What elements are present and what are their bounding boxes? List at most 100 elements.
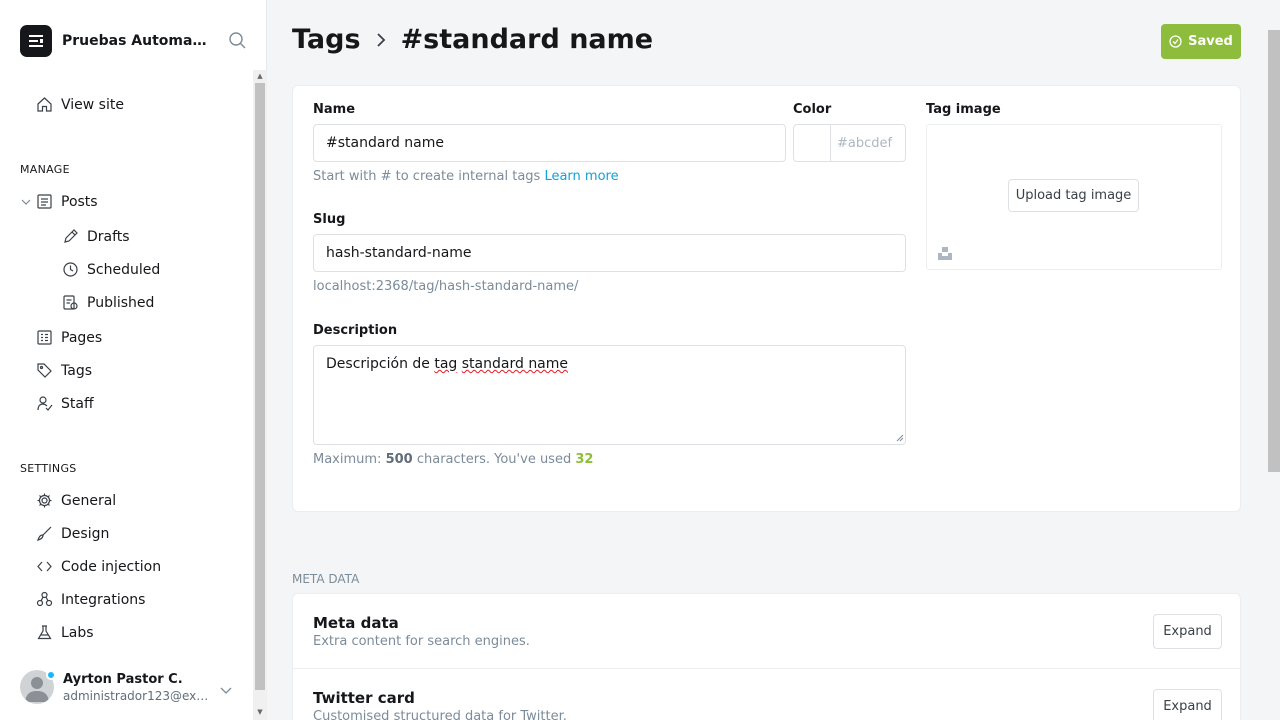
twitter-card-description: Customised structured data for Twitter.	[313, 709, 567, 720]
description-label: Description	[313, 323, 398, 338]
color-swatch[interactable]	[793, 124, 830, 162]
saved-label: Saved	[1188, 34, 1233, 49]
description-word-standard-name: standard name	[461, 356, 569, 372]
expand-button[interactable]: Expand	[1153, 614, 1222, 649]
flask-icon	[37, 625, 52, 640]
resize-handle-icon[interactable]	[896, 434, 904, 442]
nav-labs[interactable]: Labs	[36, 624, 94, 641]
name-input[interactable]: #standard name	[313, 124, 786, 162]
nav-published[interactable]: Published	[62, 294, 154, 311]
staff-icon	[37, 396, 53, 411]
expand-button[interactable]: Expand	[1153, 689, 1222, 720]
desc-hint-max: 500	[385, 452, 413, 467]
scroll-up-arrow[interactable]: ▲	[253, 70, 267, 82]
user-name: Ayrton Pastor C.	[63, 671, 183, 687]
nav-staff-label: Staff	[61, 395, 94, 412]
name-hint-text: Start with # to create internal tags	[313, 169, 541, 184]
search-icon[interactable]	[228, 31, 248, 51]
nav-posts-label: Posts	[61, 193, 98, 210]
nav-labs-label: Labs	[61, 624, 94, 641]
sidebar-scrollbar[interactable]: ▲ ▼	[253, 70, 267, 720]
color-label: Color	[793, 102, 832, 117]
unsplash-icon[interactable]	[938, 246, 952, 260]
nav-drafts-label: Drafts	[87, 228, 130, 245]
tag-settings-card: Name #standard name Start with # to crea…	[292, 85, 1241, 512]
sidebar-scrollbar-thumb[interactable]	[255, 83, 265, 690]
color-input[interactable]: #abcdef	[830, 124, 906, 162]
tag-image-label: Tag image	[926, 102, 1001, 117]
nav-view-site[interactable]: View site	[36, 96, 124, 113]
breadcrumb-tags[interactable]: Tags	[292, 24, 361, 55]
nav-staff[interactable]: Staff	[36, 395, 94, 412]
main-content: Tags #standard name Saved Name #standard…	[267, 0, 1280, 720]
home-icon	[37, 97, 52, 112]
name-label: Name	[313, 102, 356, 117]
nav-integrations[interactable]: Integrations	[36, 591, 145, 608]
chevron-down-icon[interactable]	[219, 683, 233, 697]
desc-hint-prefix: Maximum:	[313, 452, 386, 467]
brush-icon	[37, 526, 52, 541]
pages-icon	[37, 330, 52, 345]
clock-icon	[63, 262, 78, 277]
status-dot	[46, 670, 56, 680]
nav-tags[interactable]: Tags	[36, 362, 92, 379]
manage-section-title: MANAGE	[20, 163, 70, 176]
nav-view-site-label: View site	[61, 96, 124, 113]
user-email: administrador123@exa...	[63, 688, 213, 703]
meta-data-section-title: META DATA	[292, 572, 360, 586]
settings-section-title: SETTINGS	[20, 462, 77, 475]
published-icon	[63, 295, 78, 310]
slug-label: Slug	[313, 212, 346, 227]
site-logo-icon	[20, 25, 52, 57]
tag-icon	[37, 363, 52, 378]
name-hint: Start with # to create internal tags Lea…	[313, 169, 619, 184]
breadcrumb-current: #standard name	[400, 24, 654, 55]
nav-published-label: Published	[87, 294, 155, 311]
twitter-card-title: Twitter card	[313, 689, 415, 707]
description-hint: Maximum: 500 characters. You've used 32	[313, 452, 593, 467]
nav-pages-label: Pages	[61, 329, 103, 346]
nav-scheduled-label: Scheduled	[87, 261, 161, 278]
meta-card-title: Meta data	[313, 614, 399, 632]
saved-button[interactable]: Saved	[1161, 24, 1241, 59]
nav-general-label: General	[61, 492, 117, 509]
chevron-down-icon[interactable]	[20, 196, 32, 208]
meta-card-description: Extra content for search engines.	[313, 634, 530, 649]
nav-drafts[interactable]: Drafts	[62, 228, 130, 245]
nav-tags-label: Tags	[61, 362, 92, 379]
desc-hint-middle: characters. You've used	[412, 452, 576, 467]
site-name: Pruebas Automati...	[62, 33, 212, 49]
nav-general[interactable]: General	[36, 492, 116, 509]
page-scrollbar-thumb[interactable]	[1268, 30, 1280, 472]
pencil-icon	[64, 229, 78, 243]
nav-code-injection-label: Code injection	[61, 558, 162, 575]
nav-design[interactable]: Design	[36, 525, 109, 542]
nav-integrations-label: Integrations	[61, 591, 146, 608]
page-title: Tags #standard name	[292, 24, 653, 55]
upload-tag-image-button[interactable]: Upload tag image	[1008, 179, 1139, 212]
check-circle-icon	[1169, 35, 1182, 48]
meta-data-card: Meta data Extra content for search engin…	[292, 593, 1241, 669]
twitter-card: Twitter card Customised structured data …	[292, 668, 1241, 720]
desc-hint-used: 32	[575, 452, 594, 467]
slug-url-hint: localhost:2368/tag/hash-standard-name/	[313, 279, 579, 294]
site-brand[interactable]: Pruebas Automati...	[20, 25, 212, 57]
chevron-right-icon	[376, 32, 385, 47]
scroll-down-arrow[interactable]: ▼	[253, 706, 267, 718]
nav-scheduled[interactable]: Scheduled	[62, 261, 160, 278]
description-word-tag: tag	[434, 356, 458, 372]
learn-more-link[interactable]: Learn more	[544, 169, 618, 184]
nav-design-label: Design	[61, 525, 110, 542]
gear-icon	[37, 493, 52, 508]
tag-image-dropzone[interactable]: Upload tag image	[926, 124, 1222, 270]
posts-icon	[37, 194, 52, 209]
nav-code-injection[interactable]: Code injection	[36, 558, 161, 575]
nav-pages[interactable]: Pages	[36, 329, 102, 346]
code-icon	[37, 561, 52, 572]
user-menu[interactable]: Ayrton Pastor C. administrador123@exa...	[20, 670, 213, 704]
integrations-icon	[36, 591, 53, 607]
slug-input[interactable]: hash-standard-name	[313, 234, 906, 272]
nav-posts[interactable]: Posts	[36, 193, 98, 210]
description-textarea[interactable]: Descripción de tag standard name	[313, 345, 906, 445]
sidebar: Pruebas Automati... View site MANAGE Pos…	[0, 0, 267, 720]
